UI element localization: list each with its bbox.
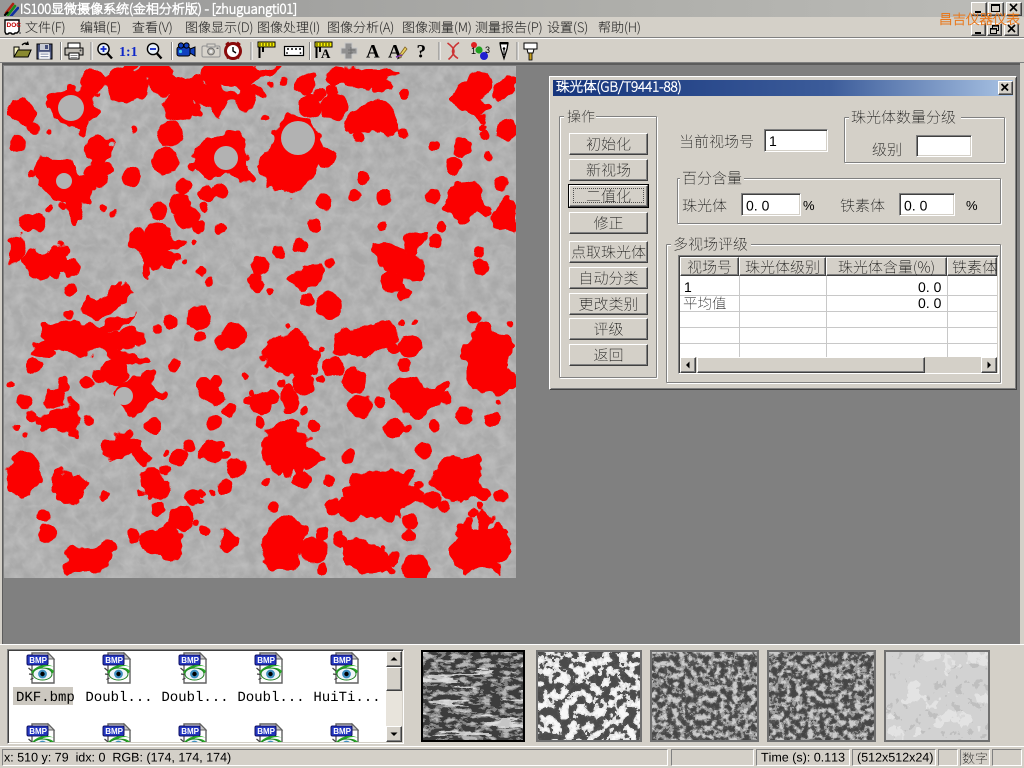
svg-text:A: A xyxy=(388,42,402,63)
svg-text:A: A xyxy=(321,46,331,61)
svg-text:?: ? xyxy=(417,42,427,63)
svg-text:A: A xyxy=(366,42,380,63)
svg-text:1:1: 1:1 xyxy=(119,45,138,60)
svg-text:3: 3 xyxy=(485,45,490,55)
svg-text:1: 1 xyxy=(471,46,476,56)
